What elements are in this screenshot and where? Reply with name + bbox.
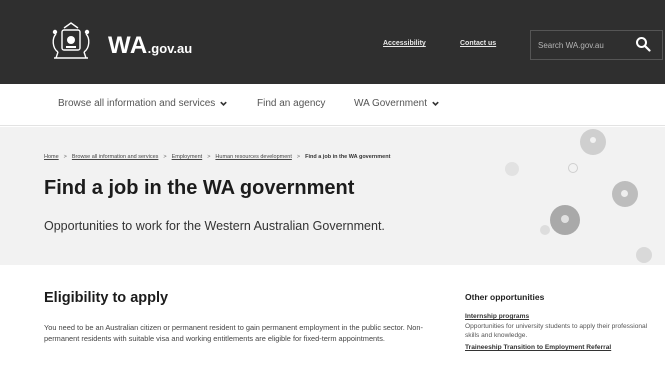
breadcrumb-separator: > <box>207 154 211 160</box>
nav-item-label: Find an agency <box>257 98 326 109</box>
breadcrumb-browse-all[interactable]: Browse all information and services <box>72 154 159 160</box>
page-title: Find a job in the WA government <box>44 177 355 199</box>
site-logo[interactable]: WA.gov.au <box>108 32 192 60</box>
page-subtitle: Opportunities to work for the Western Au… <box>44 219 385 233</box>
breadcrumb-home[interactable]: Home <box>44 154 59 160</box>
decorative-bubble-icon <box>505 162 519 176</box>
search-icon <box>636 36 651 52</box>
accessibility-link[interactable]: Accessibility <box>383 40 426 47</box>
nav-browse-all[interactable]: Browse all information and services <box>58 98 228 109</box>
eligibility-heading: Eligibility to apply <box>44 290 169 306</box>
eligibility-paragraph: You need to be an Australian citizen or … <box>44 323 423 343</box>
search-input[interactable] <box>538 37 626 53</box>
breadcrumb-current: Find a job in the WA government <box>305 154 391 160</box>
logo-suffix-text: .gov.au <box>147 41 193 56</box>
nav-find-agency[interactable]: Find an agency <box>257 98 325 109</box>
decorative-bubble-icon <box>540 225 550 235</box>
nav-item-label: WA Government <box>354 98 427 109</box>
internship-programs-link[interactable]: Internship programs <box>465 313 529 320</box>
breadcrumb-employment[interactable]: Employment <box>172 154 203 160</box>
nav-item-label: Browse all information and services <box>58 98 216 109</box>
contact-us-link[interactable]: Contact us <box>460 40 496 47</box>
internship-programs-desc: Opportunities for university students to… <box>465 323 648 339</box>
breadcrumb-separator: > <box>296 154 301 160</box>
main-nav: Browse all information and services Find… <box>0 84 665 126</box>
decorative-bubble-icon <box>621 190 628 197</box>
breadcrumb-hr-development[interactable]: Human resources development <box>215 154 291 160</box>
decorative-bubble-icon <box>561 215 569 223</box>
breadcrumb: Home > Browse all information and services… <box>44 154 390 160</box>
decorative-bubble-icon <box>590 137 596 143</box>
search-button[interactable] <box>632 35 654 55</box>
chevron-down-icon <box>220 101 228 106</box>
breadcrumb-separator: > <box>163 154 167 160</box>
site-header: WA.gov.au Accessibility Contact us <box>0 0 665 84</box>
other-opportunities-heading: Other opportunities <box>465 292 545 302</box>
breadcrumb-separator: > <box>63 154 67 160</box>
chevron-down-icon <box>432 101 439 106</box>
wa-coat-of-arms-icon[interactable] <box>46 20 96 66</box>
logo-main-text: WA <box>108 32 148 59</box>
nav-wa-government[interactable]: WA Government <box>354 98 440 109</box>
decorative-bubble-icon <box>568 163 578 173</box>
page-hero: Home > Browse all information and services… <box>0 127 665 265</box>
traineeship-link[interactable]: Traineeship Transition to Employment Ref… <box>465 344 611 351</box>
decorative-bubble-icon <box>636 247 652 263</box>
